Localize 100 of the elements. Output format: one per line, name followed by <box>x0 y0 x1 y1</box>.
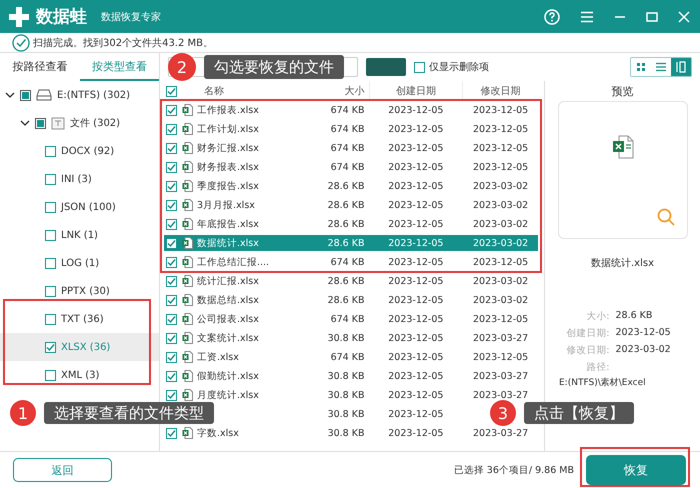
file-size: 674 KB <box>330 352 364 362</box>
checkbox[interactable] <box>166 162 176 172</box>
checkbox[interactable] <box>166 200 176 210</box>
checkbox[interactable] <box>45 258 56 268</box>
file-row[interactable]: 季度报告.xlsx 28.6 KB 2023-12-05 2023-03-02 <box>164 178 538 194</box>
preview-file-name: 数据统计.xlsx <box>590 256 654 270</box>
modified-date: 2023-03-02 <box>473 200 528 210</box>
recover-button[interactable]: 恢复 <box>586 455 686 485</box>
file-row[interactable]: 统计汇报.xlsx 28.6 KB 2023-12-05 2023-03-02 <box>164 273 538 289</box>
maximize-icon[interactable] <box>646 10 658 22</box>
file-row[interactable]: 公司报表.xlsx 674 KB 2023-12-05 2023-12-05 <box>164 311 538 327</box>
checkbox[interactable] <box>166 332 176 344</box>
tree-item[interactable]: DOCX (92) <box>0 137 159 165</box>
modified-date: 2023-12-05 <box>473 352 528 362</box>
column-header[interactable]: 修改日期 <box>463 81 538 101</box>
tree-item[interactable]: 文件 (302) <box>0 109 159 137</box>
modified-date: 2023-03-02 <box>473 276 528 286</box>
checkbox[interactable] <box>166 256 176 268</box>
checkbox[interactable] <box>414 62 425 72</box>
checkbox[interactable] <box>166 352 176 362</box>
modified-date: 2023-03-27 <box>473 370 528 382</box>
file-row[interactable]: 年底报告.xlsx 28.6 KB 2023-12-05 2023-03-02 <box>164 216 538 232</box>
file-row[interactable]: 财务汇报.xlsx 674 KB 2023-12-05 2023-12-05 <box>164 140 538 156</box>
tree-item-label: E:(NTFS) (302) <box>57 90 130 100</box>
checkbox[interactable] <box>45 230 56 240</box>
tree-item[interactable]: PPTX (30) <box>0 277 159 305</box>
checkbox[interactable] <box>45 286 56 296</box>
checkbox[interactable] <box>166 86 176 96</box>
modified-date: 2023-12-05 <box>473 124 528 134</box>
menu-icon[interactable] <box>580 10 594 22</box>
checkbox[interactable] <box>45 314 56 324</box>
modified-date: 2023-12-05 <box>473 314 528 324</box>
spreadsheet-file-icon <box>182 123 193 135</box>
checkbox[interactable] <box>166 124 176 134</box>
file-row[interactable]: 财务报表.xlsx 674 KB 2023-12-05 2023-12-05 <box>164 159 538 175</box>
view-tab[interactable]: 按路径查看 <box>0 53 80 81</box>
file-row[interactable]: 文案统计.xlsx 30.8 KB 2023-12-05 2023-03-27 <box>164 330 538 346</box>
close-icon[interactable] <box>678 10 690 22</box>
instruction-tooltip: 选择要查看的文件类型 <box>44 402 214 424</box>
checkbox[interactable] <box>166 142 176 154</box>
checkbox[interactable] <box>45 174 56 184</box>
checkbox[interactable] <box>166 276 176 286</box>
check-icon <box>166 428 176 438</box>
tree-item[interactable]: LOG (1) <box>0 249 159 277</box>
tree-item[interactable]: TXT (36) <box>0 305 159 333</box>
file-row[interactable]: 月度统计.xlsx 30.8 KB 2023-12-05 2023-03-27 <box>164 387 538 403</box>
file-size: 30.8 KB <box>328 370 364 382</box>
check-icon <box>166 86 176 96</box>
tree-item[interactable]: INI (3) <box>0 165 159 193</box>
file-row[interactable]: 工作总结汇报.... 674 KB 2023-12-05 2023-12-05 <box>164 254 538 270</box>
file-name: 月度统计.xlsx <box>197 388 259 402</box>
file-row[interactable]: 假勤统计.xlsx 30.8 KB 2023-12-05 2023-03-27 <box>164 368 538 384</box>
checkbox[interactable] <box>166 428 176 438</box>
checkbox[interactable] <box>45 202 56 212</box>
preview-title: 预览 <box>612 84 634 98</box>
spreadsheet-file-icon <box>182 180 193 192</box>
tree-item[interactable]: JSON (100) <box>0 193 159 221</box>
file-name: 工资.xlsx <box>197 350 239 364</box>
back-button[interactable]: 返回 <box>13 458 112 482</box>
tree-item[interactable]: XML (3) <box>0 361 159 389</box>
checkbox[interactable] <box>166 180 176 192</box>
file-row[interactable]: 工作计划.xlsx 674 KB 2023-12-05 2023-12-05 <box>164 121 538 137</box>
file-row[interactable]: 数据统计.xlsx 28.6 KB 2023-12-05 2023-03-02 <box>164 235 538 251</box>
file-row[interactable]: 3月月报.xlsx 28.6 KB 2023-12-05 2023-03-02 <box>164 197 538 213</box>
file-row[interactable]: 数据总结.xlsx 28.6 KB 2023-12-05 2023-03-02 <box>164 292 538 308</box>
checkbox[interactable] <box>45 370 56 380</box>
column-header[interactable]: 名称 <box>178 81 300 101</box>
created-date: 2023-12-05 <box>388 142 444 154</box>
help-icon[interactable] <box>544 8 560 24</box>
file-row[interactable]: 工作报表.xlsx 674 KB 2023-12-05 2023-12-05 <box>164 102 538 118</box>
column-header[interactable]: 大小 <box>300 81 364 101</box>
checkbox[interactable] <box>166 238 176 248</box>
tree-item-label: JSON (100) <box>61 202 116 212</box>
created-date: 2023-12-05 <box>388 408 444 420</box>
spreadsheet-file-icon <box>182 104 193 116</box>
detail-label: 大小: <box>585 310 610 323</box>
detail-label: 路径: <box>585 361 610 374</box>
tree-item[interactable]: LNK (1) <box>0 221 159 249</box>
column-header[interactable]: 创建日期 <box>368 81 464 101</box>
file-row[interactable]: 工资.xlsx 674 KB 2023-12-05 2023-12-05 <box>164 349 538 365</box>
file-name: 财务汇报.xlsx <box>197 142 259 154</box>
checkbox[interactable] <box>166 104 176 116</box>
checkbox[interactable] <box>45 342 56 352</box>
spreadsheet-file-icon <box>182 389 193 401</box>
tree-item-label: INI (3) <box>61 174 92 184</box>
created-date: 2023-12-05 <box>388 352 444 362</box>
tree-item-label: PPTX (30) <box>61 286 110 296</box>
view-mode-button[interactable] <box>671 58 691 76</box>
checkbox[interactable] <box>45 146 56 156</box>
checkbox[interactable] <box>166 314 176 324</box>
tree-item[interactable]: E:(NTFS) (302) <box>0 81 159 109</box>
checkbox[interactable] <box>166 370 176 382</box>
file-row[interactable]: 字数.xlsx 30.8 KB 2023-12-05 2023-03-27 <box>164 425 538 441</box>
magnifier-icon[interactable] <box>656 208 674 226</box>
view-tab[interactable]: 按类型查看 <box>80 53 159 81</box>
checkbox[interactable] <box>166 390 176 400</box>
checkbox[interactable] <box>166 218 176 230</box>
drive-icon <box>36 89 52 101</box>
checkbox[interactable] <box>166 294 176 306</box>
app-logo-text: 数据蛙 <box>36 6 87 28</box>
